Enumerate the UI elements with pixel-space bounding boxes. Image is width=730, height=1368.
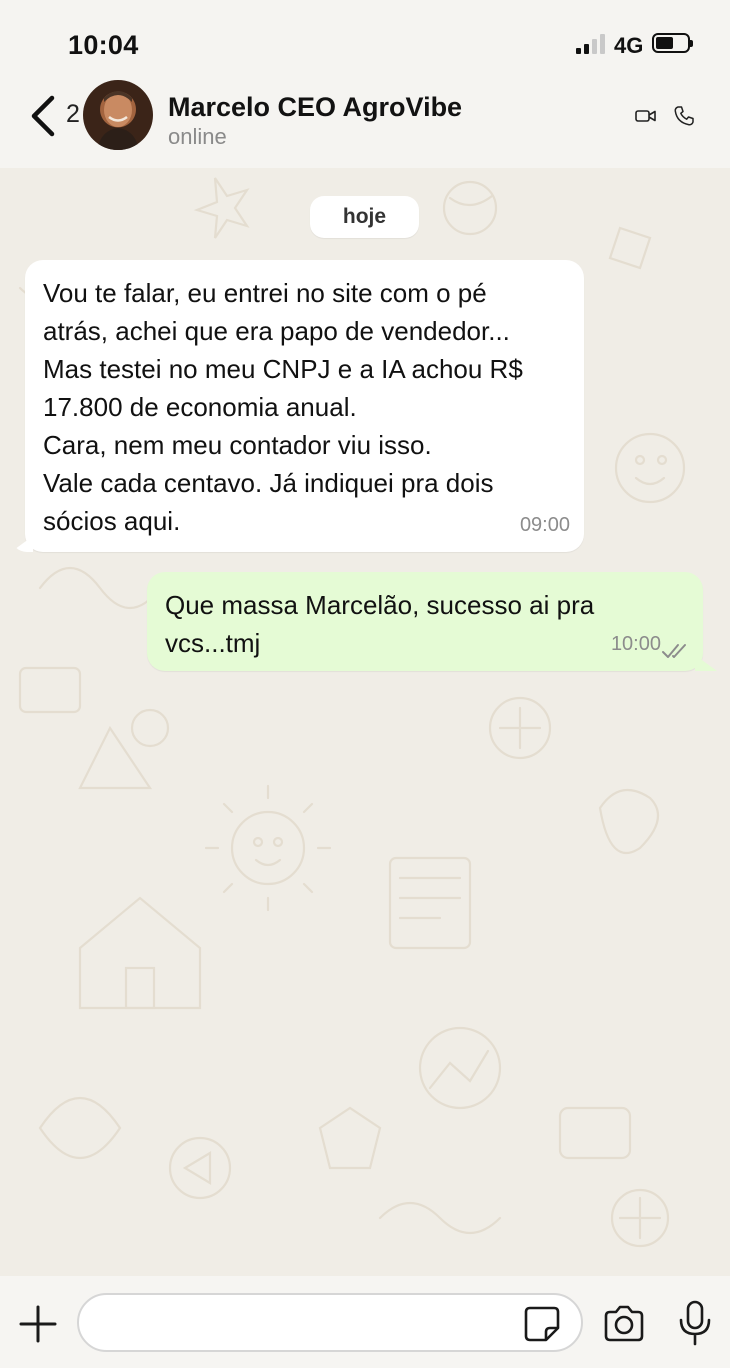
message-text-line: atrás, achei que era papo de vendedor... xyxy=(43,316,510,346)
microphone-icon[interactable] xyxy=(677,1300,713,1346)
message-text-line: Mas testei no meu CNPJ e a IA achou R$ xyxy=(43,354,523,384)
plus-icon[interactable] xyxy=(18,1304,58,1344)
message-composer xyxy=(0,1276,730,1368)
message-text-line: 17.800 de economia anual. xyxy=(43,392,357,422)
message-text-line: vcs...tmj xyxy=(165,628,261,658)
video-call-icon[interactable] xyxy=(634,104,658,128)
incoming-message-bubble[interactable]: Vou te falar, eu entrei no site com o pé… xyxy=(25,260,584,552)
battery-icon xyxy=(652,33,693,53)
message-input[interactable] xyxy=(77,1293,583,1352)
outgoing-message-bubble[interactable]: Que massa Marcelão, sucesso ai pra vcs..… xyxy=(147,572,703,671)
date-chip: hoje xyxy=(310,196,419,238)
message-text-line: Vou te falar, eu entrei no site com o pé xyxy=(43,278,487,308)
network-type: 4G xyxy=(614,33,644,58)
camera-icon[interactable] xyxy=(602,1304,646,1344)
message-timestamp: 09:00 xyxy=(519,514,570,536)
phone-call-icon[interactable] xyxy=(672,104,696,128)
double-check-icon xyxy=(662,644,686,658)
contact-status: online xyxy=(168,124,227,149)
message-text-line: Vale cada centavo. Já indiquei pra dois xyxy=(43,468,494,498)
avatar[interactable] xyxy=(83,80,153,150)
signal-strength-icon xyxy=(576,34,608,54)
contact-name[interactable]: Marcelo CEO AgroVibe xyxy=(168,92,462,123)
sticker-icon[interactable] xyxy=(522,1304,562,1344)
message-text-line: Que massa Marcelão, sucesso ai pra xyxy=(165,590,595,620)
message-text-line: sócios aqui. xyxy=(43,506,181,536)
back-chevron-icon[interactable] xyxy=(26,92,66,140)
chat-area[interactable]: hoje Vou te falar, eu entrei no site com… xyxy=(0,168,730,1276)
status-time: 10:04 xyxy=(68,30,139,60)
message-timestamp: 10:00 xyxy=(610,633,661,655)
unread-count[interactable]: 2 xyxy=(66,100,80,129)
status-bar: 10:04 4G xyxy=(0,0,730,80)
message-text-line: Cara, nem meu contador viu isso. xyxy=(43,430,432,460)
chat-header: 2 Marcelo CEO AgroVibe online xyxy=(0,80,730,168)
